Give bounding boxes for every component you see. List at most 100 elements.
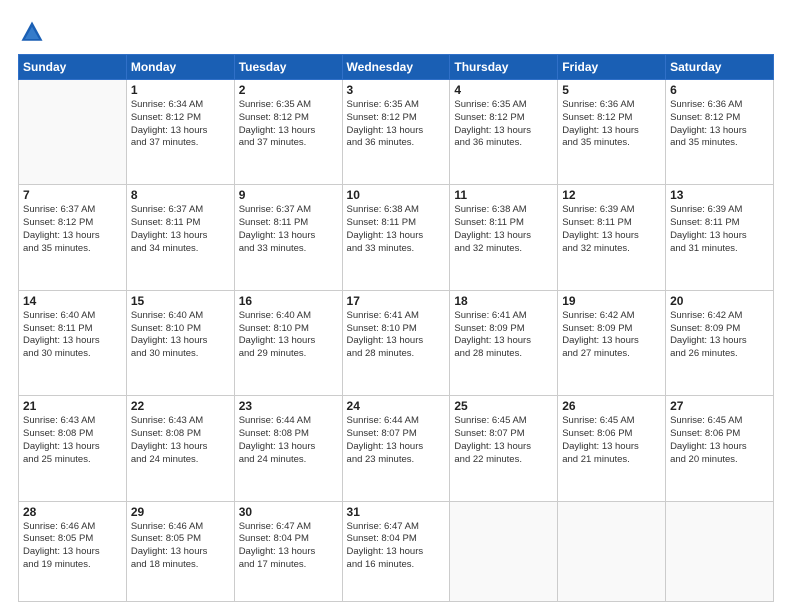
day-info: Sunrise: 6:44 AMSunset: 8:08 PMDaylight:… xyxy=(239,415,338,466)
day-info: Sunrise: 6:42 AMSunset: 8:09 PMDaylight:… xyxy=(562,310,661,361)
calendar-cell: 16 Sunrise: 6:40 AMSunset: 8:10 PMDayligh… xyxy=(234,290,342,395)
calendar-cell: 25 Sunrise: 6:45 AMSunset: 8:07 PMDayligh… xyxy=(450,396,558,501)
day-number: 22 xyxy=(131,399,230,413)
calendar-cell: 18 Sunrise: 6:41 AMSunset: 8:09 PMDayligh… xyxy=(450,290,558,395)
weekday-header-thursday: Thursday xyxy=(450,55,558,80)
day-number: 21 xyxy=(23,399,122,413)
calendar-cell: 3 Sunrise: 6:35 AMSunset: 8:12 PMDaylight… xyxy=(342,80,450,185)
day-number: 6 xyxy=(670,83,769,97)
day-number: 30 xyxy=(239,505,338,519)
day-info: Sunrise: 6:35 AMSunset: 8:12 PMDaylight:… xyxy=(239,99,338,150)
calendar-cell: 10 Sunrise: 6:38 AMSunset: 8:11 PMDayligh… xyxy=(342,185,450,290)
day-number: 2 xyxy=(239,83,338,97)
weekday-header-tuesday: Tuesday xyxy=(234,55,342,80)
calendar-cell: 31 Sunrise: 6:47 AMSunset: 8:04 PMDayligh… xyxy=(342,501,450,601)
day-info: Sunrise: 6:45 AMSunset: 8:06 PMDaylight:… xyxy=(562,415,661,466)
weekday-header-row: SundayMondayTuesdayWednesdayThursdayFrid… xyxy=(19,55,774,80)
calendar-cell: 26Sunrise: 6:45 AMSunset: 8:06 PMDayligh… xyxy=(558,396,666,501)
weekday-header-monday: Monday xyxy=(126,55,234,80)
day-info: Sunrise: 6:46 AMSunset: 8:05 PMDaylight:… xyxy=(23,521,122,572)
week-row-3: 14Sunrise: 6:40 AMSunset: 8:11 PMDayligh… xyxy=(19,290,774,395)
calendar-cell xyxy=(666,501,774,601)
day-number: 15 xyxy=(131,294,230,308)
day-info: Sunrise: 6:43 AMSunset: 8:08 PMDaylight:… xyxy=(23,415,122,466)
week-row-2: 7 Sunrise: 6:37 AMSunset: 8:12 PMDaylight… xyxy=(19,185,774,290)
weekday-header-wednesday: Wednesday xyxy=(342,55,450,80)
calendar-cell: 29Sunrise: 6:46 AMSunset: 8:05 PMDayligh… xyxy=(126,501,234,601)
day-number: 4 xyxy=(454,83,553,97)
calendar-cell: 4 Sunrise: 6:35 AMSunset: 8:12 PMDaylight… xyxy=(450,80,558,185)
calendar-table: SundayMondayTuesdayWednesdayThursdayFrid… xyxy=(18,54,774,602)
day-info: Sunrise: 6:36 AMSunset: 8:12 PMDaylight:… xyxy=(670,99,769,150)
day-number: 1 xyxy=(131,83,230,97)
calendar-cell: 8 Sunrise: 6:37 AMSunset: 8:11 PMDaylight… xyxy=(126,185,234,290)
day-info: Sunrise: 6:37 AMSunset: 8:12 PMDaylight:… xyxy=(23,204,122,255)
calendar-cell xyxy=(558,501,666,601)
week-row-4: 21 Sunrise: 6:43 AMSunset: 8:08 PMDayligh… xyxy=(19,396,774,501)
calendar-cell: 12Sunrise: 6:39 AMSunset: 8:11 PMDayligh… xyxy=(558,185,666,290)
calendar-cell: 13Sunrise: 6:39 AMSunset: 8:11 PMDayligh… xyxy=(666,185,774,290)
day-number: 31 xyxy=(347,505,446,519)
calendar-cell: 27 Sunrise: 6:45 AMSunset: 8:06 PMDayligh… xyxy=(666,396,774,501)
day-info: Sunrise: 6:37 AMSunset: 8:11 PMDaylight:… xyxy=(239,204,338,255)
day-info: Sunrise: 6:35 AMSunset: 8:12 PMDaylight:… xyxy=(454,99,553,150)
calendar-cell: 30Sunrise: 6:47 AMSunset: 8:04 PMDayligh… xyxy=(234,501,342,601)
day-info: Sunrise: 6:46 AMSunset: 8:05 PMDaylight:… xyxy=(131,521,230,572)
day-number: 27 xyxy=(670,399,769,413)
day-info: Sunrise: 6:41 AMSunset: 8:10 PMDaylight:… xyxy=(347,310,446,361)
day-number: 7 xyxy=(23,188,122,202)
day-number: 24 xyxy=(347,399,446,413)
day-number: 18 xyxy=(454,294,553,308)
day-number: 28 xyxy=(23,505,122,519)
day-info: Sunrise: 6:42 AMSunset: 8:09 PMDaylight:… xyxy=(670,310,769,361)
day-number: 17 xyxy=(347,294,446,308)
day-info: Sunrise: 6:34 AMSunset: 8:12 PMDaylight:… xyxy=(131,99,230,150)
day-info: Sunrise: 6:39 AMSunset: 8:11 PMDaylight:… xyxy=(670,204,769,255)
weekday-header-sunday: Sunday xyxy=(19,55,127,80)
calendar-cell: 19 Sunrise: 6:42 AMSunset: 8:09 PMDayligh… xyxy=(558,290,666,395)
calendar-cell: 9Sunrise: 6:37 AMSunset: 8:11 PMDaylight… xyxy=(234,185,342,290)
day-info: Sunrise: 6:40 AMSunset: 8:10 PMDaylight:… xyxy=(239,310,338,361)
week-row-1: 1 Sunrise: 6:34 AMSunset: 8:12 PMDaylight… xyxy=(19,80,774,185)
day-number: 20 xyxy=(670,294,769,308)
day-info: Sunrise: 6:35 AMSunset: 8:12 PMDaylight:… xyxy=(347,99,446,150)
calendar-cell: 28 Sunrise: 6:46 AMSunset: 8:05 PMDayligh… xyxy=(19,501,127,601)
calendar-cell: 11Sunrise: 6:38 AMSunset: 8:11 PMDayligh… xyxy=(450,185,558,290)
day-info: Sunrise: 6:38 AMSunset: 8:11 PMDaylight:… xyxy=(347,204,446,255)
calendar-cell: 22 Sunrise: 6:43 AMSunset: 8:08 PMDayligh… xyxy=(126,396,234,501)
calendar-cell: 2 Sunrise: 6:35 AMSunset: 8:12 PMDaylight… xyxy=(234,80,342,185)
logo xyxy=(18,18,50,46)
day-info: Sunrise: 6:43 AMSunset: 8:08 PMDaylight:… xyxy=(131,415,230,466)
day-info: Sunrise: 6:41 AMSunset: 8:09 PMDaylight:… xyxy=(454,310,553,361)
day-info: Sunrise: 6:45 AMSunset: 8:07 PMDaylight:… xyxy=(454,415,553,466)
calendar-cell: 1 Sunrise: 6:34 AMSunset: 8:12 PMDaylight… xyxy=(126,80,234,185)
day-info: Sunrise: 6:40 AMSunset: 8:10 PMDaylight:… xyxy=(131,310,230,361)
calendar-cell: 15 Sunrise: 6:40 AMSunset: 8:10 PMDayligh… xyxy=(126,290,234,395)
calendar-cell: 5Sunrise: 6:36 AMSunset: 8:12 PMDaylight… xyxy=(558,80,666,185)
day-number: 10 xyxy=(347,188,446,202)
day-info: Sunrise: 6:45 AMSunset: 8:06 PMDaylight:… xyxy=(670,415,769,466)
day-number: 3 xyxy=(347,83,446,97)
week-row-5: 28 Sunrise: 6:46 AMSunset: 8:05 PMDayligh… xyxy=(19,501,774,601)
weekday-header-friday: Friday xyxy=(558,55,666,80)
calendar-cell: 7 Sunrise: 6:37 AMSunset: 8:12 PMDaylight… xyxy=(19,185,127,290)
day-number: 12 xyxy=(562,188,661,202)
calendar-cell: 24 Sunrise: 6:44 AMSunset: 8:07 PMDayligh… xyxy=(342,396,450,501)
calendar-cell: 14Sunrise: 6:40 AMSunset: 8:11 PMDayligh… xyxy=(19,290,127,395)
calendar-cell: 20 Sunrise: 6:42 AMSunset: 8:09 PMDayligh… xyxy=(666,290,774,395)
calendar-cell: 6 Sunrise: 6:36 AMSunset: 8:12 PMDaylight… xyxy=(666,80,774,185)
calendar-cell: 17 Sunrise: 6:41 AMSunset: 8:10 PMDayligh… xyxy=(342,290,450,395)
day-number: 8 xyxy=(131,188,230,202)
day-number: 25 xyxy=(454,399,553,413)
page: SundayMondayTuesdayWednesdayThursdayFrid… xyxy=(0,0,792,612)
day-info: Sunrise: 6:47 AMSunset: 8:04 PMDaylight:… xyxy=(347,521,446,572)
day-number: 11 xyxy=(454,188,553,202)
day-info: Sunrise: 6:36 AMSunset: 8:12 PMDaylight:… xyxy=(562,99,661,150)
day-info: Sunrise: 6:44 AMSunset: 8:07 PMDaylight:… xyxy=(347,415,446,466)
calendar-cell: 21 Sunrise: 6:43 AMSunset: 8:08 PMDayligh… xyxy=(19,396,127,501)
day-info: Sunrise: 6:37 AMSunset: 8:11 PMDaylight:… xyxy=(131,204,230,255)
day-number: 16 xyxy=(239,294,338,308)
day-number: 19 xyxy=(562,294,661,308)
day-info: Sunrise: 6:40 AMSunset: 8:11 PMDaylight:… xyxy=(23,310,122,361)
day-number: 23 xyxy=(239,399,338,413)
